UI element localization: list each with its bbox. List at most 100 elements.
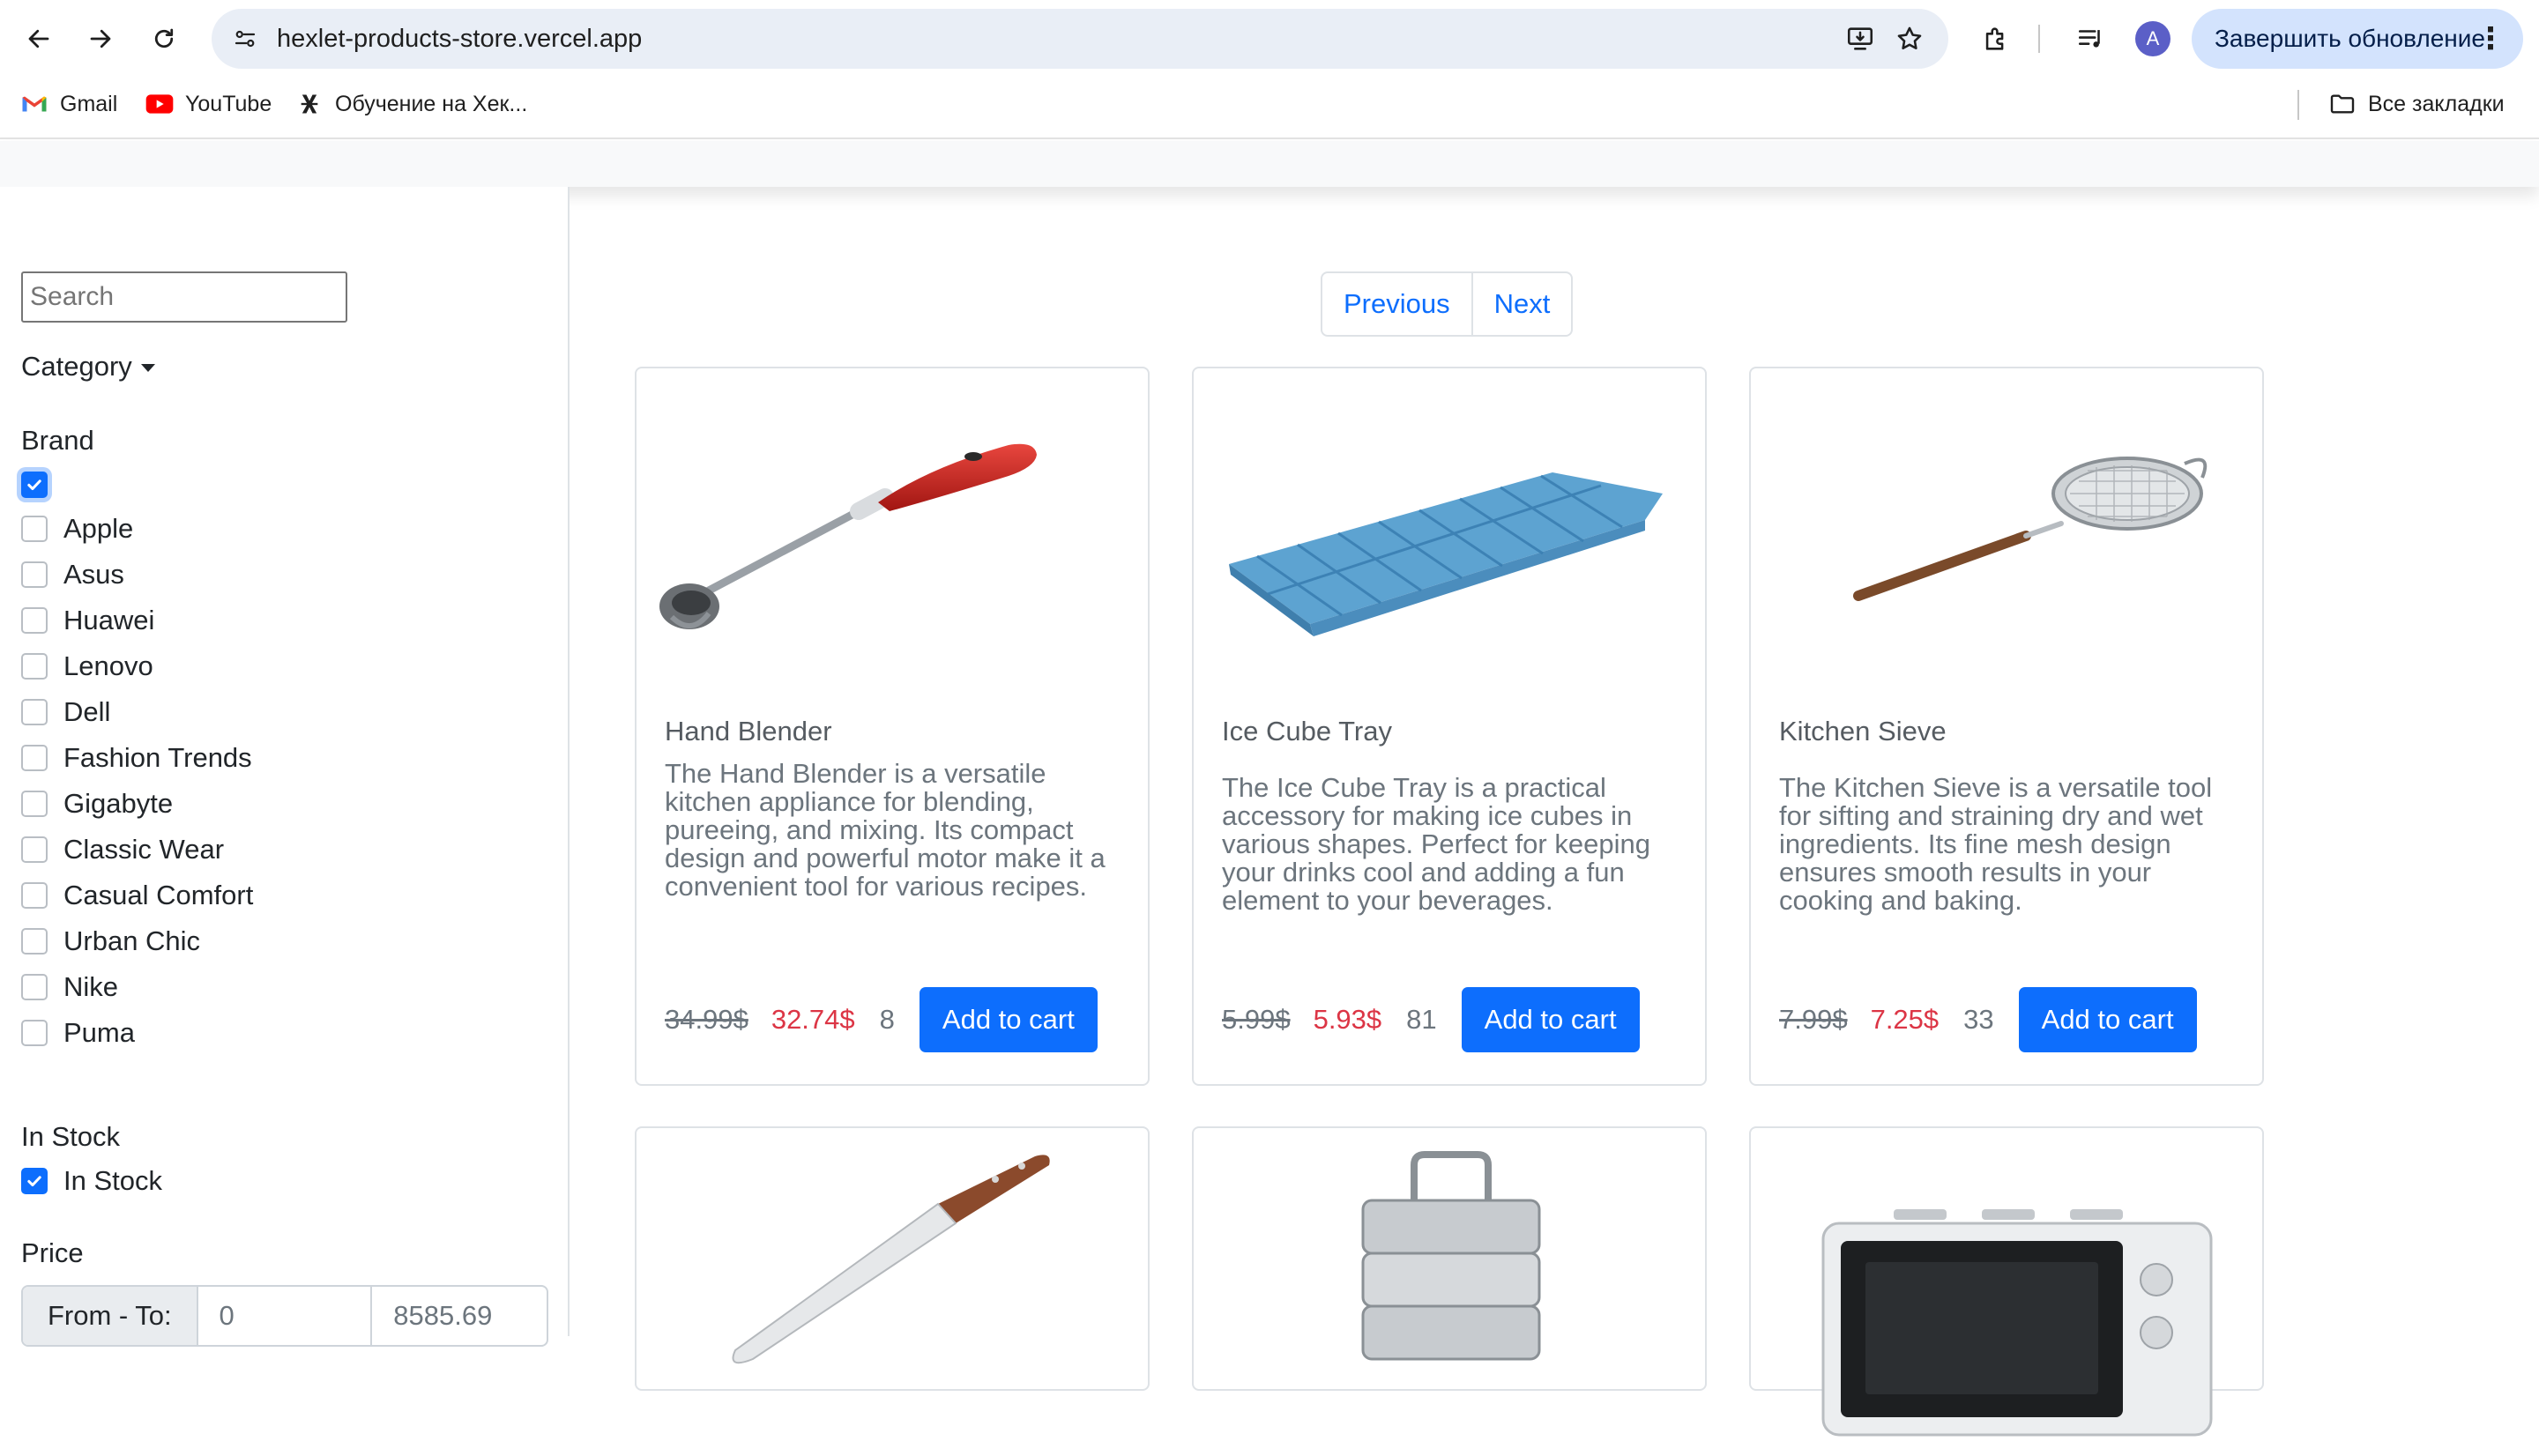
brand-checkbox[interactable] xyxy=(21,928,48,955)
brand-checkbox-row[interactable]: Fashion Trends xyxy=(21,740,252,776)
brand-label: Urban Chic xyxy=(63,925,201,956)
product-image-microwave[interactable] xyxy=(1761,1139,2255,1456)
brand-checkbox-row[interactable]: Lenovo xyxy=(21,649,153,684)
brand-checkbox-row[interactable]: Casual Comfort xyxy=(21,878,253,913)
checkmark-icon xyxy=(27,1176,41,1187)
product-title: Ice Cube Tray xyxy=(1222,716,1392,747)
brand-checkbox-row[interactable]: Asus xyxy=(21,557,124,592)
search-input[interactable] xyxy=(21,271,347,323)
brand-checkbox-row[interactable]: Apple xyxy=(21,511,133,546)
site-settings-icon[interactable] xyxy=(227,21,263,56)
brand-checkbox[interactable] xyxy=(21,516,48,542)
price-to-input[interactable]: 8585.69 xyxy=(372,1287,547,1345)
brand-checkbox[interactable] xyxy=(21,791,48,817)
product-list-area: Previous Next Hand Blender The Hand Blen… xyxy=(571,187,2539,1437)
stock-count: 81 xyxy=(1406,1004,1437,1035)
finish-update-label: Завершить обновление xyxy=(2215,25,2485,52)
brand-checkbox-row[interactable]: Nike xyxy=(21,969,118,1005)
reload-button[interactable] xyxy=(143,18,185,60)
product-card xyxy=(1749,1126,2264,1437)
stock-count: 8 xyxy=(879,1004,895,1035)
bookmark-youtube[interactable]: YouTube xyxy=(145,78,272,130)
arrow-right-icon xyxy=(90,29,111,48)
product-image-lunch-box[interactable] xyxy=(1204,1139,1698,1456)
bookmark-hexlet[interactable]: Обучение на Хек... xyxy=(294,78,527,130)
add-to-cart-button[interactable]: Add to cart xyxy=(919,987,1098,1052)
url-text[interactable]: hexlet-products-store.vercel.app xyxy=(277,9,642,69)
new-price: 7.25$ xyxy=(1870,1004,1940,1035)
product-title: Kitchen Sieve xyxy=(1779,716,1947,747)
back-button[interactable] xyxy=(18,18,60,60)
price-title: Price xyxy=(21,1237,84,1268)
next-page-button[interactable]: Next xyxy=(1473,273,1572,335)
brand-checkbox[interactable] xyxy=(21,882,48,909)
ice-cube-tray-image xyxy=(1229,472,1663,636)
brand-all-checkbox[interactable] xyxy=(21,472,48,498)
profile-avatar[interactable]: A xyxy=(2135,21,2170,56)
pagination: Previous Next xyxy=(1321,271,1574,337)
brand-checkbox-row[interactable]: Dell xyxy=(21,695,110,730)
product-footer: 5.99$ 5.93$ 81 Add to cart xyxy=(1222,987,1640,1052)
address-bar[interactable]: hexlet-products-store.vercel.app xyxy=(212,9,1948,69)
price-range-group: From - To: 0 8585.69 xyxy=(21,1285,548,1347)
category-dropdown[interactable]: Category xyxy=(21,351,155,383)
product-card: Ice Cube Tray The Ice Cube Tray is a pra… xyxy=(1192,367,1707,1086)
gmail-icon xyxy=(19,89,49,119)
add-to-cart-button[interactable]: Add to cart xyxy=(2018,987,2197,1052)
old-price: 7.99$ xyxy=(1779,1004,1848,1035)
brand-checkbox-row[interactable]: Gigabyte xyxy=(21,786,173,821)
brand-all-checkbox-row[interactable] xyxy=(21,467,63,502)
brand-checkbox-row[interactable]: Puma xyxy=(21,1015,135,1051)
forward-button[interactable] xyxy=(79,18,122,60)
brand-checkbox[interactable] xyxy=(21,745,48,771)
brand-label: Huawei xyxy=(63,605,155,635)
bookmark-star-icon[interactable] xyxy=(1892,21,1927,56)
page-navbar xyxy=(0,141,2539,187)
in-stock-checkbox[interactable] xyxy=(21,1168,48,1194)
folder-icon xyxy=(2327,89,2357,119)
add-to-cart-button[interactable]: Add to cart xyxy=(1461,987,1640,1052)
brand-checkbox[interactable] xyxy=(21,561,48,588)
product-image-knife[interactable] xyxy=(647,1139,1141,1456)
toolbar-divider xyxy=(2038,25,2040,53)
caret-down-icon xyxy=(140,363,155,372)
brand-label: Fashion Trends xyxy=(63,742,252,773)
all-bookmarks-button[interactable]: Все закладки xyxy=(2327,78,2505,130)
product-image-hand-blender[interactable] xyxy=(647,379,1141,696)
stock-count: 33 xyxy=(1963,1004,1994,1035)
hand-blender-image xyxy=(659,443,1037,629)
brand-label: Casual Comfort xyxy=(63,880,254,910)
price-from-input[interactable]: 0 xyxy=(198,1287,373,1345)
brand-checkbox[interactable] xyxy=(21,1020,48,1046)
bookmark-label: YouTube xyxy=(185,91,272,116)
product-image-ice-cube-tray[interactable] xyxy=(1204,379,1698,696)
product-image-kitchen-sieve[interactable] xyxy=(1761,379,2255,696)
arrow-left-icon xyxy=(28,29,49,48)
category-label: Category xyxy=(21,351,132,382)
knife-image xyxy=(732,1155,1050,1364)
finish-update-button[interactable]: Завершить обновление ⋮ xyxy=(2192,9,2523,69)
media-controls-icon[interactable] xyxy=(2072,19,2111,58)
previous-page-button[interactable]: Previous xyxy=(1322,273,1473,335)
brand-label: Apple xyxy=(63,513,134,544)
product-description: The Kitchen Sieve is a versatile tool fo… xyxy=(1779,772,2213,916)
extensions-icon[interactable] xyxy=(1977,19,2015,58)
more-vert-icon[interactable]: ⋮ xyxy=(2476,9,2505,69)
new-price: 32.74$ xyxy=(771,1004,855,1035)
bookmark-label: Обучение на Хек... xyxy=(335,91,528,116)
in-stock-checkbox-row[interactable]: In Stock xyxy=(21,1163,162,1199)
product-card xyxy=(635,1126,1150,1391)
brand-checkbox[interactable] xyxy=(21,699,48,725)
brand-checkbox[interactable] xyxy=(21,836,48,863)
brand-checkbox[interactable] xyxy=(21,607,48,634)
brand-checkbox-row[interactable]: Huawei xyxy=(21,603,154,638)
checkmark-icon xyxy=(27,479,41,491)
install-app-icon[interactable] xyxy=(1843,21,1878,56)
product-footer: 7.99$ 7.25$ 33 Add to cart xyxy=(1779,987,2197,1052)
brand-checkbox-row[interactable]: Urban Chic xyxy=(21,924,200,959)
brand-checkbox[interactable] xyxy=(21,653,48,680)
bookmark-gmail[interactable]: Gmail xyxy=(19,78,117,130)
brand-checkbox-row[interactable]: Classic Wear xyxy=(21,832,224,867)
brand-checkbox[interactable] xyxy=(21,974,48,1000)
bookmarks-divider xyxy=(2297,90,2299,120)
